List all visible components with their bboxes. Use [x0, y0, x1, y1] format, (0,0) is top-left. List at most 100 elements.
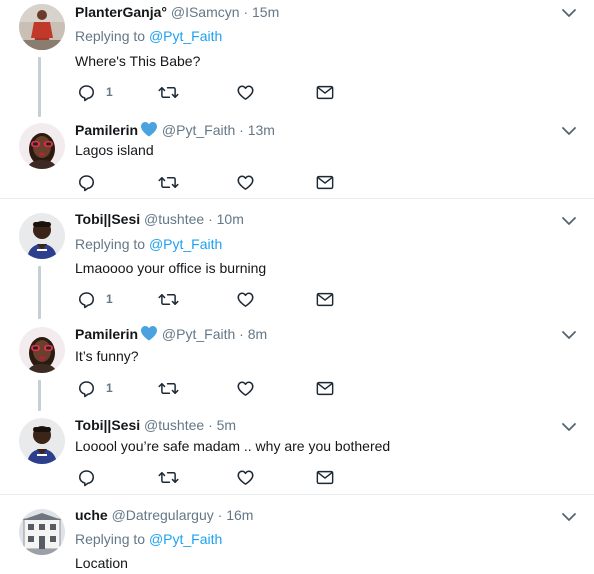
replying-prefix: Replying to [75, 531, 146, 547]
timestamp[interactable]: 5m [217, 417, 236, 433]
separator-dot: · [208, 211, 213, 227]
heart-emoji-icon [140, 325, 158, 341]
retweet-icon [158, 84, 179, 101]
tweet[interactable]: Pamilerin @Pyt_Faith · 8m It’s funny? 1 [0, 311, 594, 411]
chevron-down-icon[interactable] [561, 126, 577, 136]
avatar[interactable] [19, 327, 65, 373]
retweet-icon [158, 174, 179, 191]
reply-button[interactable] [77, 172, 96, 192]
tweet-header: Pamilerin @Pyt_Faith · 8m [75, 325, 267, 342]
timestamp[interactable]: 8m [248, 326, 267, 342]
avatar-red-outfit-icon [19, 4, 65, 50]
mention-link[interactable]: @Pyt_Faith [149, 28, 222, 44]
timestamp[interactable]: 10m [217, 211, 244, 227]
like-button[interactable] [236, 82, 255, 102]
tweet-header: PlanterGanja° @ISamcyn · 15m [75, 4, 279, 20]
username[interactable]: @ISamcyn [171, 4, 240, 20]
tweet-header: Tobi||Sesi @tushtee · 10m [75, 211, 244, 227]
reply-button[interactable]: 1 [77, 378, 113, 398]
tweet-header: Pamilerin @Pyt_Faith · 13m [75, 121, 275, 138]
retweet-button[interactable] [158, 378, 179, 398]
username[interactable]: @Datregularguy [112, 507, 214, 523]
tweet-text: Lmaoooo your office is burning [75, 260, 267, 276]
avatar[interactable] [19, 418, 65, 464]
retweet-button[interactable] [158, 289, 179, 309]
replying-to: Replying to @Pyt_Faith [75, 28, 222, 44]
heart-icon [236, 290, 255, 309]
retweet-button[interactable] [158, 82, 179, 102]
reply-button[interactable] [77, 467, 96, 487]
username[interactable]: @Pyt_Faith [162, 122, 235, 138]
retweet-icon [158, 469, 179, 486]
reply-icon [77, 468, 96, 487]
separator-dot: · [239, 122, 244, 138]
tweet[interactable]: Tobi||Sesi @tushtee · 10m Replying to @P… [0, 199, 594, 319]
reply-count: 1 [106, 292, 113, 306]
heart-icon [236, 379, 255, 398]
reply-count: 1 [106, 85, 113, 99]
mail-icon [316, 175, 334, 190]
tweet[interactable]: uche @Datregularguy · 16m Replying to @P… [0, 495, 594, 574]
like-button[interactable] [236, 289, 255, 309]
replying-prefix: Replying to [75, 236, 146, 252]
chevron-down-icon[interactable] [561, 216, 577, 226]
like-button[interactable] [236, 172, 255, 192]
tweet-text: It’s funny? [75, 348, 139, 364]
replying-prefix: Replying to [75, 28, 146, 44]
direct-message-button[interactable] [316, 289, 334, 309]
like-button[interactable] [236, 467, 255, 487]
heart-icon [236, 83, 255, 102]
separator-dot: · [217, 507, 223, 523]
heart-icon [236, 468, 255, 487]
replying-to: Replying to @Pyt_Faith [75, 531, 222, 547]
direct-message-button[interactable] [316, 378, 334, 398]
retweet-icon [158, 380, 179, 397]
tweet-text: Looool you’re safe madam .. why are you … [75, 438, 391, 454]
like-button[interactable] [236, 378, 255, 398]
reply-count: 1 [106, 381, 113, 395]
heart-icon [236, 173, 255, 192]
retweet-icon [158, 291, 179, 308]
tweet[interactable]: Tobi||Sesi @tushtee · 5m Looool you’re s… [0, 401, 594, 493]
timestamp[interactable]: 15m [252, 4, 279, 20]
chevron-down-icon[interactable] [561, 422, 577, 432]
tweet[interactable]: PlanterGanja° @ISamcyn · 15m Replying to… [0, 0, 594, 117]
timestamp[interactable]: 13m [248, 122, 275, 138]
avatar[interactable] [19, 4, 65, 50]
reply-icon [77, 83, 96, 102]
display-name[interactable]: Pamilerin [75, 326, 138, 342]
reply-button[interactable]: 1 [77, 82, 113, 102]
username[interactable]: @tushtee [144, 211, 204, 227]
chevron-down-icon[interactable] [561, 330, 577, 340]
tweet-text: Lagos island [75, 142, 154, 158]
display-name[interactable]: uche [75, 507, 108, 523]
timestamp[interactable]: 16m [226, 507, 253, 523]
direct-message-button[interactable] [316, 467, 334, 487]
avatar[interactable] [19, 509, 65, 555]
username[interactable]: @Pyt_Faith [162, 326, 235, 342]
display-name[interactable]: Tobi||Sesi [75, 211, 140, 227]
mention-link[interactable]: @Pyt_Faith [149, 236, 222, 252]
retweet-button[interactable] [158, 172, 179, 192]
tweet-text: Location [75, 555, 128, 571]
reply-icon [77, 379, 96, 398]
reply-button[interactable]: 1 [77, 289, 113, 309]
replying-to: Replying to @Pyt_Faith [75, 236, 222, 252]
username[interactable]: @tushtee [144, 417, 204, 433]
reply-icon [77, 290, 96, 309]
display-name[interactable]: PlanterGanja° [75, 4, 167, 20]
tweet[interactable]: Pamilerin @Pyt_Faith · 13m Lagos island [0, 107, 594, 196]
avatar[interactable] [19, 123, 65, 169]
retweet-button[interactable] [158, 467, 179, 487]
tweet-actions: 1 [75, 82, 375, 102]
tweet-header: uche @Datregularguy · 16m [75, 507, 253, 523]
display-name[interactable]: Pamilerin [75, 122, 138, 138]
chevron-down-icon[interactable] [561, 512, 577, 522]
direct-message-button[interactable] [316, 172, 334, 192]
display-name[interactable]: Tobi||Sesi [75, 417, 140, 433]
avatar-man-blue-shirt-icon [19, 418, 65, 464]
avatar[interactable] [19, 213, 65, 259]
direct-message-button[interactable] [316, 82, 334, 102]
chevron-down-icon[interactable] [561, 8, 577, 18]
mention-link[interactable]: @Pyt_Faith [149, 531, 222, 547]
